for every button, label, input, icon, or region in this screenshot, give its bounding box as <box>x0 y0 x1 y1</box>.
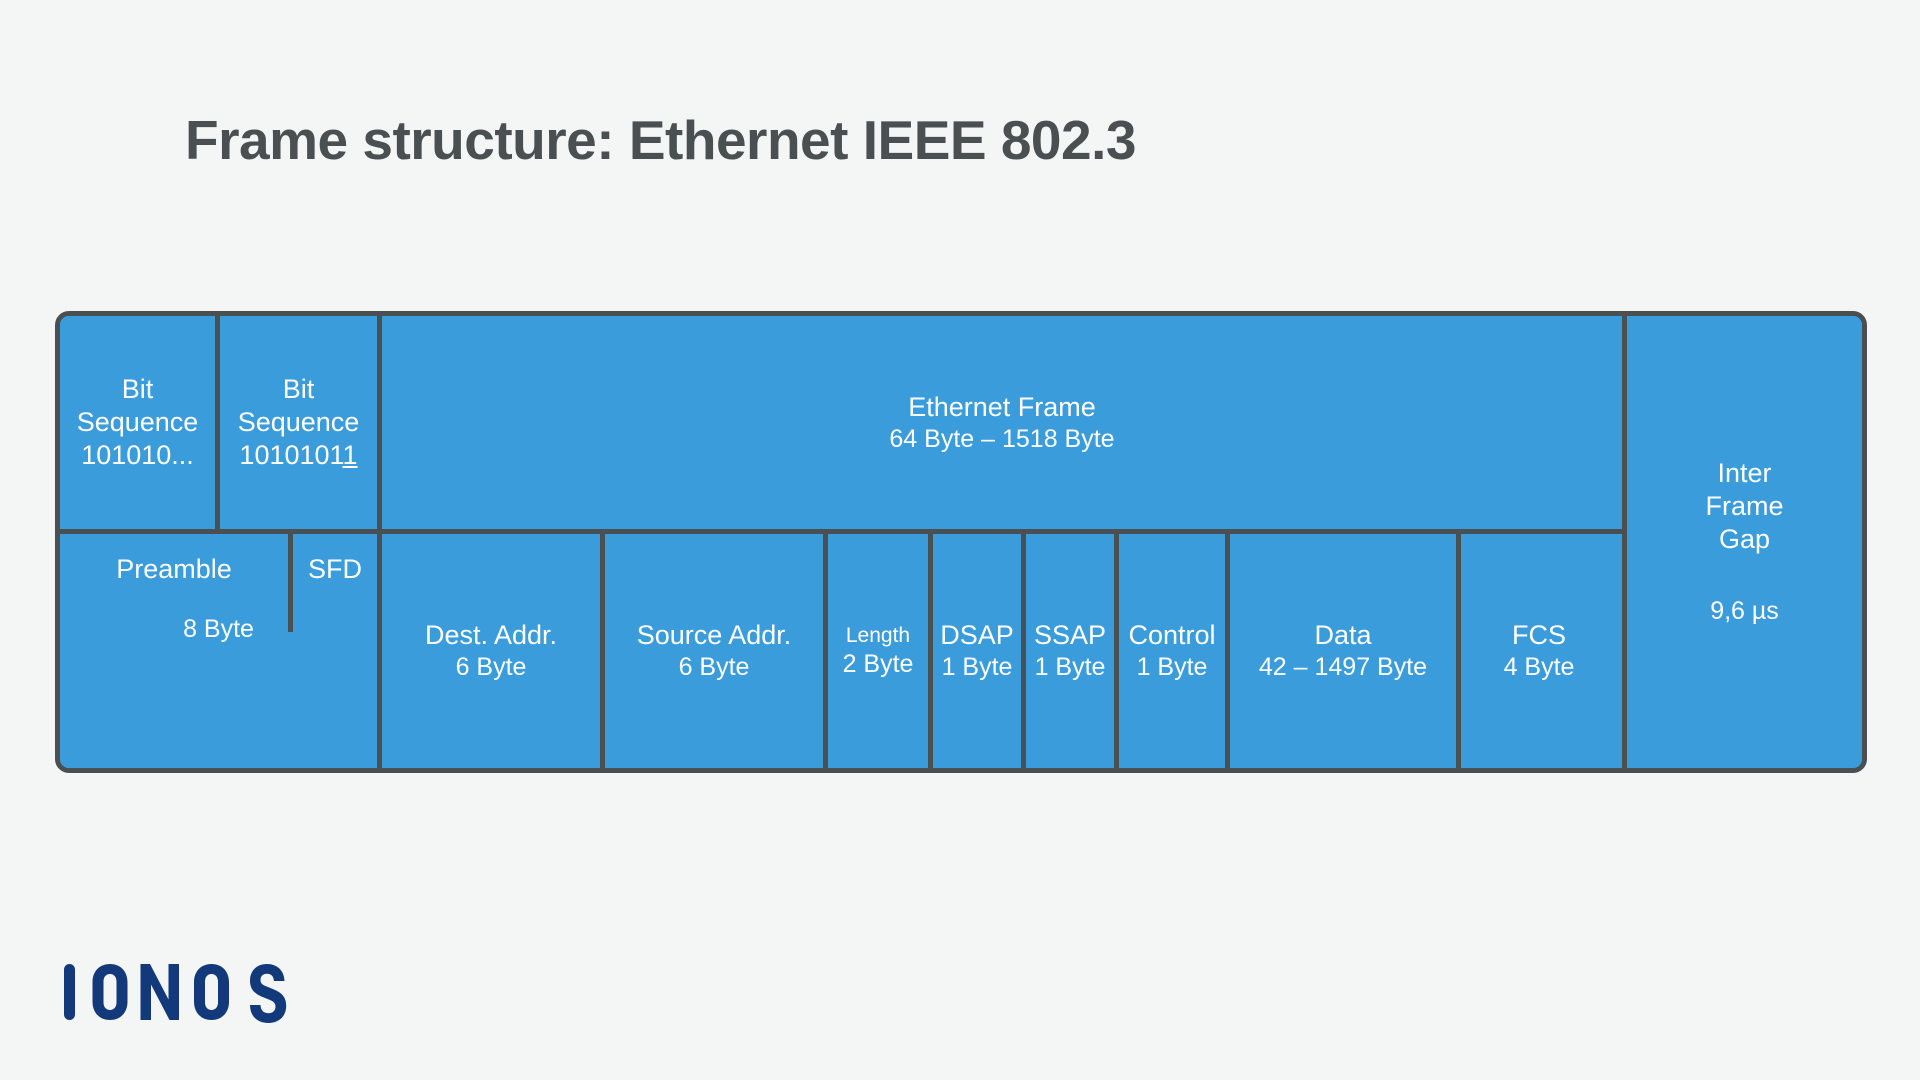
frame-structure-diagram: Bit Sequence 101010... Bit Sequence 1010… <box>55 311 1867 773</box>
length-label: Length <box>845 623 911 647</box>
divider-bit-sequences <box>215 316 220 534</box>
bit-sequence-2-line1: Bit <box>282 374 315 405</box>
ethernet-frame-label: Ethernet Frame <box>908 391 1096 422</box>
divider-control-data <box>1225 534 1230 768</box>
inter-frame-gap-line1: Inter <box>1717 458 1772 489</box>
page-title: Frame structure: Ethernet IEEE 802.3 <box>185 109 1136 171</box>
cell-bit-sequence-preamble: Bit Sequence 101010... <box>60 316 215 529</box>
length-size: 2 Byte <box>842 649 914 678</box>
divider-preamble-sfd <box>288 534 293 632</box>
cell-ethernet-frame: Ethernet Frame 64 Byte – 1518 Byte <box>382 316 1622 529</box>
cell-dest-addr: Dest. Addr. 6 Byte <box>382 534 600 768</box>
divider-data-fcs <box>1456 534 1461 768</box>
divider-preamble-frame <box>377 316 382 768</box>
logo-letter-i <box>64 964 75 1020</box>
sfd-label: SFD <box>308 553 362 584</box>
logo-letter-n <box>140 964 179 1020</box>
data-size: 42 – 1497 Byte <box>1258 653 1428 682</box>
bit-sequence-1-line2: Sequence <box>76 407 199 438</box>
divider-source-length <box>823 534 828 768</box>
divider-frame-interframegap <box>1622 316 1627 768</box>
cell-source-addr: Source Addr. 6 Byte <box>605 534 823 768</box>
preamble-label: Preamble <box>116 553 232 584</box>
bit-sequence-1-line1: Bit <box>121 374 154 405</box>
dsap-label: DSAP <box>940 620 1014 651</box>
fcs-size: 4 Byte <box>1503 653 1575 682</box>
logo-letter-s <box>250 964 287 1023</box>
logo-letter-o-1 <box>92 964 128 1020</box>
control-size: 1 Byte <box>1136 653 1208 682</box>
divider-ssap-control <box>1114 534 1119 768</box>
cell-length: Length 2 Byte <box>828 534 928 768</box>
divider-length-dsap <box>928 534 933 768</box>
ethernet-frame-size: 64 Byte – 1518 Byte <box>889 424 1115 453</box>
divider-dsap-ssap <box>1021 534 1026 768</box>
inter-frame-gap-line2: Frame <box>1705 491 1784 522</box>
divider-horizontal-right <box>382 529 1622 534</box>
bit-sequence-2-value-underlined-bit: 1 <box>342 439 358 470</box>
bit-sequence-1-value: 101010... <box>81 439 194 470</box>
bit-sequence-2-value: 10101011 <box>239 439 357 472</box>
dest-addr-size: 6 Byte <box>455 653 527 682</box>
cell-inter-frame-gap: Inter Frame Gap 9,6 µs <box>1627 316 1862 768</box>
data-label: Data <box>1314 620 1372 651</box>
logo-letter-o-2 <box>194 964 229 1020</box>
cell-fcs: FCS 4 Byte <box>1461 534 1617 768</box>
cell-data: Data 42 – 1497 Byte <box>1230 534 1456 768</box>
inter-frame-gap-line3: Gap <box>1718 524 1771 555</box>
cell-control: Control 1 Byte <box>1119 534 1225 768</box>
inter-frame-gap-duration: 9,6 µs <box>1710 597 1779 626</box>
ssap-label: SSAP <box>1033 620 1107 651</box>
ionos-logo <box>64 964 287 1023</box>
control-label: Control <box>1128 620 1216 651</box>
dsap-size: 1 Byte <box>941 653 1013 682</box>
bit-sequence-2-line2: Sequence <box>237 407 360 438</box>
divider-dest-source <box>600 534 605 768</box>
dest-addr-label: Dest. Addr. <box>424 620 558 651</box>
preamble-size: 8 Byte <box>183 614 254 643</box>
cell-bit-sequence-sfd: Bit Sequence 10101011 <box>220 316 377 529</box>
source-addr-size: 6 Byte <box>678 653 750 682</box>
cell-dsap: DSAP 1 Byte <box>933 534 1021 768</box>
bit-sequence-2-value-prefix: 1010101 <box>239 439 343 470</box>
cell-ssap: SSAP 1 Byte <box>1026 534 1114 768</box>
fcs-label: FCS <box>1512 620 1566 651</box>
source-addr-label: Source Addr. <box>636 620 792 651</box>
ssap-size: 1 Byte <box>1034 653 1106 682</box>
